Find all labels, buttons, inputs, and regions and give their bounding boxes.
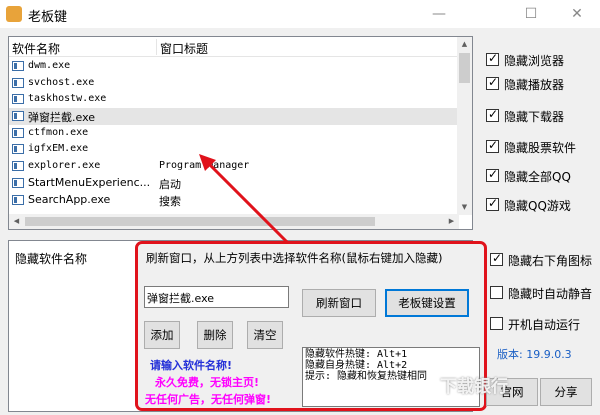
vertical-scrollbar[interactable]: ▲ ▼	[457, 37, 472, 215]
callout-panel: 刷新窗口，从上方列表中选择软件名称(鼠标右键加入隐藏) 弹窗拦截.exe 刷新窗…	[135, 241, 487, 411]
exe-icon	[12, 61, 24, 71]
hotkey-line: 隐藏软件热键: Alt+1	[305, 349, 408, 360]
checkbox-icon[interactable]	[490, 317, 503, 330]
exe-icon	[12, 77, 24, 88]
checkbox-icon[interactable]	[486, 107, 499, 122]
list-item[interactable]: dwm.exe	[9, 58, 459, 75]
list-item-title: 搜索	[159, 194, 181, 208]
prompt-text: 请输入软件名称!	[150, 359, 233, 372]
list-item[interactable]: ctfmon.exe	[9, 125, 459, 142]
exe-icon	[12, 111, 24, 122]
horizontal-scrollbar[interactable]: ◀ ▶	[9, 214, 459, 229]
option-label: 隐藏QQ游戏	[504, 199, 571, 213]
exe-icon	[12, 177, 24, 188]
option-label: 隐藏全部QQ	[504, 170, 571, 184]
hotkey-line: 隐藏自身热键: Alt+2	[305, 360, 408, 371]
list-item-name: ctfmon.exe	[28, 126, 89, 138]
checkbox-icon[interactable]	[490, 286, 503, 299]
scroll-up-icon[interactable]: ▲	[457, 37, 472, 52]
column-header-name[interactable]: 软件名称	[12, 40, 60, 57]
promo-noads-text: 无任何广告，无任何弹窗!	[145, 393, 272, 406]
option-checkbox[interactable]: 隐藏下载器	[486, 107, 596, 124]
option-checkbox[interactable]: 隐藏浏览器	[486, 51, 596, 68]
hscroll-thumb[interactable]	[25, 217, 375, 226]
list-item-title: 启动	[159, 177, 181, 191]
exe-icon	[12, 144, 24, 155]
option-label: 隐藏播放器	[504, 78, 565, 92]
software-list-rows: dwm.exe svchost.exe taskhostw.exe 弹窗拦截.exe c…	[9, 58, 459, 208]
exe-icon	[12, 94, 24, 105]
software-list[interactable]: 软件名称 窗口标题 dwm.exe svchost.exe taskhostw.ex…	[8, 36, 473, 230]
checkbox-icon[interactable]	[490, 251, 503, 266]
hidden-list-header: 隐藏软件名称	[15, 252, 88, 266]
checkbox-icon[interactable]	[486, 51, 499, 66]
list-item-name: StartMenuExperienc...	[28, 175, 151, 189]
close-button[interactable]: ✕	[554, 0, 600, 28]
list-item-name: dwm.exe	[28, 60, 71, 71]
window-title: 老板键	[28, 10, 68, 25]
list-item[interactable]: SearchApp.exe 搜索	[9, 192, 459, 209]
option-checkbox[interactable]: 隐藏股票软件	[486, 138, 596, 155]
clear-button[interactable]: 清空	[247, 321, 283, 349]
option-label: 开机自动运行	[508, 318, 581, 332]
option-label: 隐藏股票软件	[504, 141, 577, 155]
minimize-button[interactable]: —	[416, 0, 462, 28]
exe-icon	[12, 161, 24, 172]
list-item[interactable]: explorer.exe Program Manager	[9, 158, 459, 175]
title-bar: 老板键 — ☐ ✕	[0, 0, 600, 28]
scroll-down-icon[interactable]: ▼	[457, 200, 472, 215]
option-checkbox[interactable]: 开机自动运行	[490, 316, 600, 332]
option-checkbox[interactable]: 隐藏时自动静音	[490, 285, 600, 301]
promo-free-text: 永久免费，无锁主页!	[155, 376, 260, 389]
checkbox-icon[interactable]	[486, 167, 499, 182]
option-checkbox[interactable]: 隐藏全部QQ	[486, 167, 596, 184]
option-checkbox[interactable]: 隐藏QQ游戏	[486, 196, 596, 213]
checkbox-icon[interactable]	[486, 196, 499, 211]
column-separator	[156, 39, 157, 55]
add-button[interactable]: 添加	[144, 321, 180, 349]
list-item[interactable]: 弹窗拦截.exe	[9, 108, 459, 125]
software-name-input[interactable]: 弹窗拦截.exe	[144, 286, 289, 308]
list-item-title: Program Manager	[159, 160, 250, 172]
refresh-button[interactable]: 刷新窗口	[302, 289, 376, 317]
list-item-name: explorer.exe	[28, 160, 101, 172]
scroll-right-icon[interactable]: ▶	[444, 214, 459, 229]
app-icon	[6, 6, 22, 22]
option-label: 隐藏右下角图标	[508, 254, 593, 268]
list-item[interactable]: StartMenuExperienc... 启动	[9, 175, 459, 192]
list-item-name: SearchApp.exe	[28, 192, 111, 206]
list-item[interactable]: igfxEM.exe	[9, 141, 459, 158]
list-item-name: svchost.exe	[28, 76, 95, 88]
exe-icon	[12, 194, 24, 205]
column-header-title[interactable]: 窗口标题	[160, 40, 208, 57]
version-label: 版本: 19.9.0.3	[497, 348, 572, 361]
option-label: 隐藏浏览器	[504, 54, 565, 68]
list-item-name: igfxEM.exe	[28, 143, 89, 155]
list-item-name: 弹窗拦截.exe	[28, 111, 96, 125]
scroll-left-icon[interactable]: ◀	[9, 214, 24, 229]
list-item-name: taskhostw.exe	[28, 93, 107, 105]
hint-text: 刷新窗口，从上方列表中选择软件名称(鼠标右键加入隐藏)	[146, 251, 443, 265]
option-checkbox[interactable]: 隐藏右下角图标	[490, 251, 600, 268]
option-label: 隐藏下载器	[504, 110, 565, 124]
settings-button[interactable]: 老板键设置	[385, 289, 469, 317]
watermark-logo: 下载银行	[440, 377, 508, 397]
option-checkbox[interactable]: 隐藏播放器	[486, 75, 596, 92]
checkbox-icon[interactable]	[486, 75, 499, 90]
exe-icon	[12, 127, 24, 138]
maximize-button[interactable]: ☐	[508, 0, 554, 28]
scroll-thumb[interactable]	[459, 53, 470, 83]
delete-button[interactable]: 删除	[197, 321, 233, 349]
checkbox-icon[interactable]	[486, 138, 499, 153]
list-item[interactable]: taskhostw.exe	[9, 91, 459, 108]
option-label: 隐藏时自动静音	[508, 287, 593, 301]
software-list-header: 软件名称 窗口标题	[9, 37, 459, 57]
list-item[interactable]: svchost.exe	[9, 75, 459, 92]
